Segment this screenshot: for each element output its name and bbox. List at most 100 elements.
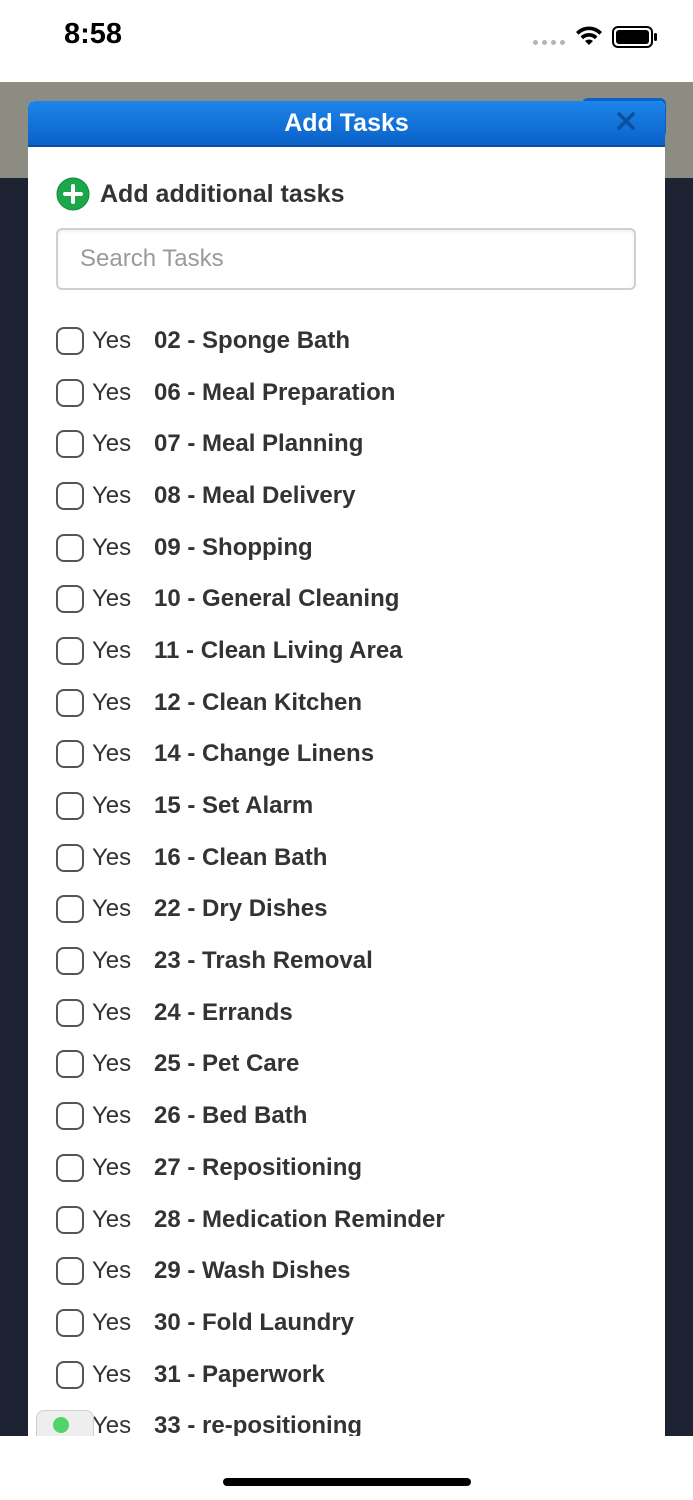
task-yes-label: Yes — [92, 1308, 132, 1336]
plus-icon — [56, 177, 90, 211]
add-additional-tasks-label: Add additional tasks — [100, 179, 345, 208]
task-name: 31 - Paperwork — [154, 1360, 325, 1388]
task-yes-label: Yes — [92, 326, 132, 354]
task-name: 30 - Fold Laundry — [154, 1308, 355, 1336]
task-name: 27 - Repositioning — [154, 1153, 363, 1181]
task-list: Yes 02 - Sponge Bath Yes 06 - Meal Preparat… — [56, 315, 656, 1436]
task-name: 29 - Wash Dishes — [154, 1257, 351, 1285]
task-checkbox[interactable] — [56, 895, 84, 924]
task-yes-label: Yes — [92, 947, 132, 975]
task-checkbox[interactable] — [56, 430, 84, 459]
task-checkbox[interactable] — [56, 585, 84, 614]
task-yes-label: Yes — [92, 792, 132, 820]
task-row: Yes 08 - Meal Delivery — [56, 470, 656, 522]
task-row: Yes 30 - Fold Laundry — [56, 1297, 656, 1349]
home-indicator[interactable] — [223, 1478, 471, 1486]
task-name: 08 - Meal Delivery — [154, 481, 356, 509]
task-row: Yes 16 - Clean Bath — [56, 832, 656, 884]
task-yes-label: Yes — [92, 481, 132, 509]
task-yes-label: Yes — [92, 1050, 132, 1078]
task-yes-label: Yes — [92, 1360, 132, 1388]
task-yes-label: Yes — [92, 843, 132, 871]
task-row: Yes 07 - Meal Planning — [56, 418, 656, 470]
task-checkbox[interactable] — [56, 1308, 84, 1337]
task-checkbox[interactable] — [56, 740, 84, 769]
task-yes-label: Yes — [92, 740, 132, 768]
cellular-signal-icon — [533, 40, 567, 46]
task-checkbox[interactable] — [56, 1102, 84, 1131]
task-checkbox[interactable] — [56, 688, 84, 717]
task-yes-label: Yes — [92, 1102, 132, 1130]
task-name: 15 - Set Alarm — [154, 792, 314, 820]
close-icon[interactable] — [614, 109, 638, 133]
modal-title: Add Tasks — [284, 109, 409, 137]
task-yes-label: Yes — [92, 1153, 132, 1181]
task-row: Yes 33 - re-positioning — [56, 1400, 656, 1436]
task-checkbox[interactable] — [56, 378, 84, 407]
task-name: 10 - General Cleaning — [154, 585, 400, 613]
task-row: Yes 29 - Wash Dishes — [56, 1245, 656, 1297]
task-name: 02 - Sponge Bath — [154, 326, 351, 354]
task-row: Yes 12 - Clean Kitchen — [56, 677, 656, 729]
task-name: 22 - Dry Dishes — [154, 895, 328, 923]
task-name: 28 - Medication Reminder — [154, 1205, 445, 1233]
task-checkbox[interactable] — [56, 1205, 84, 1234]
task-checkbox[interactable] — [56, 843, 84, 872]
task-row: Yes 27 - Repositioning — [56, 1142, 656, 1194]
task-name: 11 - Clean Living Area — [154, 636, 403, 664]
task-name: 16 - Clean Bath — [154, 843, 328, 871]
search-tasks-input[interactable] — [56, 228, 636, 290]
add-tasks-modal: Add Tasks Add additional tasks Yes 02 - S… — [28, 101, 665, 1436]
task-row: Yes 14 - Change Linens — [56, 729, 656, 781]
task-checkbox[interactable] — [56, 481, 84, 510]
task-checkbox[interactable] — [56, 792, 84, 821]
task-name: 26 - Bed Bath — [154, 1102, 308, 1130]
task-name: 07 - Meal Planning — [154, 430, 364, 458]
task-checkbox[interactable] — [56, 1153, 84, 1182]
task-name: 12 - Clean Kitchen — [154, 688, 363, 716]
task-row: Yes 15 - Set Alarm — [56, 780, 656, 832]
task-checkbox[interactable] — [56, 998, 84, 1027]
task-name: 23 - Trash Removal — [154, 947, 373, 975]
task-row: Yes 26 - Bed Bath — [56, 1090, 656, 1142]
task-yes-label: Yes — [92, 378, 132, 406]
add-additional-tasks-button[interactable]: Add additional tasks — [56, 177, 344, 211]
task-yes-label: Yes — [92, 1257, 132, 1285]
task-yes-label: Yes — [92, 585, 132, 613]
task-row: Yes 09 - Shopping — [56, 522, 656, 574]
wifi-icon — [576, 26, 602, 45]
task-row: Yes 31 - Paperwork — [56, 1349, 656, 1401]
task-checkbox[interactable] — [56, 326, 84, 355]
modal-header: Add Tasks — [28, 101, 665, 147]
task-name: 06 - Meal Preparation — [154, 378, 396, 406]
task-yes-label: Yes — [92, 533, 132, 561]
task-yes-label: Yes — [92, 1412, 132, 1436]
task-yes-label: Yes — [92, 430, 132, 458]
task-checkbox[interactable] — [56, 1257, 84, 1286]
battery-icon — [612, 26, 657, 48]
task-checkbox[interactable] — [56, 636, 84, 665]
task-checkbox[interactable] — [56, 1050, 84, 1079]
task-row: Yes 23 - Trash Removal — [56, 935, 656, 987]
task-row: Yes 28 - Medication Reminder — [56, 1194, 656, 1246]
task-row: Yes 24 - Errands — [56, 987, 656, 1039]
task-name: 24 - Errands — [154, 998, 293, 1026]
task-checkbox[interactable] — [56, 1360, 84, 1389]
task-name: 14 - Change Linens — [154, 740, 375, 768]
task-row: Yes 25 - Pet Care — [56, 1039, 656, 1091]
task-row: Yes 06 - Meal Preparation — [56, 367, 656, 419]
status-dot-icon — [53, 1417, 69, 1433]
task-name: 33 - re-positioning — [154, 1412, 363, 1436]
task-yes-label: Yes — [92, 998, 132, 1026]
task-checkbox[interactable] — [56, 947, 84, 976]
task-row: Yes 22 - Dry Dishes — [56, 884, 656, 936]
task-row: Yes 11 - Clean Living Area — [56, 625, 656, 677]
task-yes-label: Yes — [92, 688, 132, 716]
home-indicator-area — [0, 1436, 693, 1500]
task-row: Yes 02 - Sponge Bath — [56, 315, 656, 367]
task-row: Yes 10 - General Cleaning — [56, 573, 656, 625]
task-yes-label: Yes — [92, 1205, 132, 1233]
status-bar: 8:58 — [0, 0, 693, 82]
task-name: 25 - Pet Care — [154, 1050, 300, 1078]
task-checkbox[interactable] — [56, 533, 84, 562]
